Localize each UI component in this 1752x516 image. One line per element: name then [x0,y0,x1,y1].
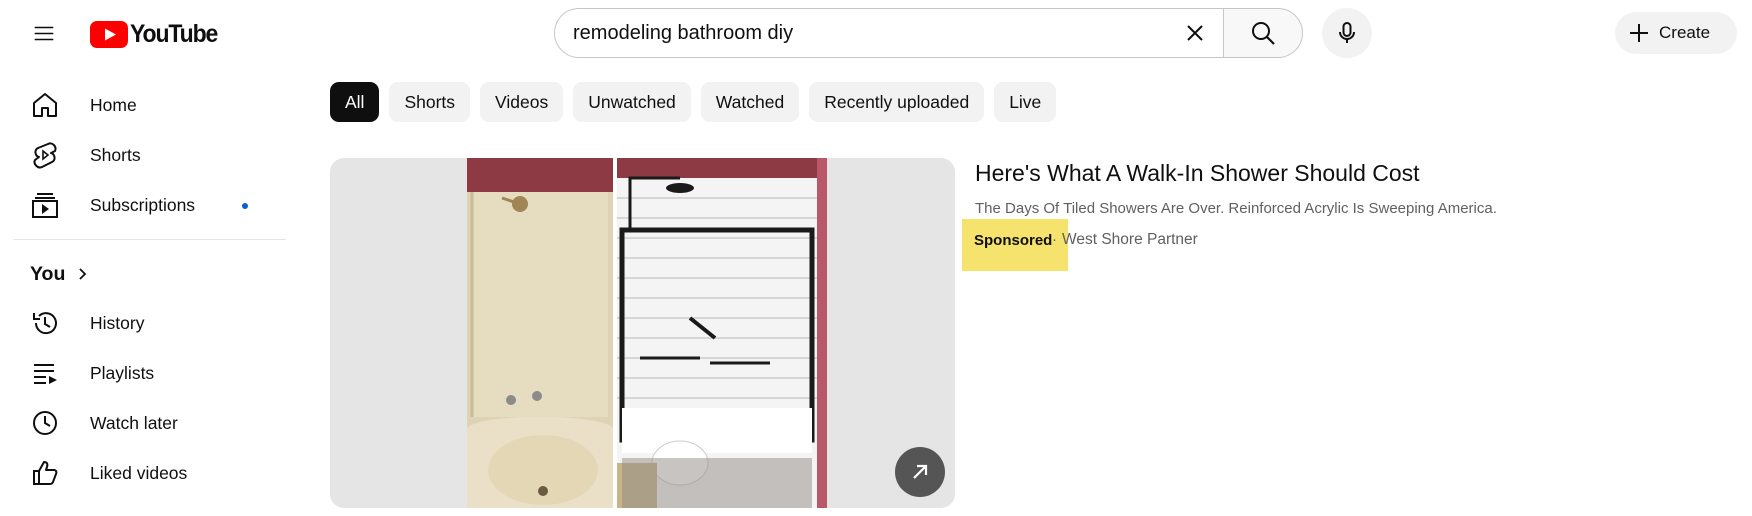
history-icon [30,308,60,338]
arrow-up-right-icon [913,464,928,479]
sidebar-item-label: Liked videos [90,462,188,483]
chip-unwatched[interactable]: Unwatched [573,82,691,122]
clear-icon [1187,25,1203,41]
chip-recently-uploaded[interactable]: Recently uploaded [809,82,985,122]
ad-description: The Days Of Tiled Showers Are Over. Rein… [975,200,1497,217]
sidebar-item-home[interactable]: Home [14,80,286,130]
voice-search-button[interactable] [1322,8,1372,58]
youtube-logo[interactable]: YouTube [90,18,225,50]
filter-chips: All Shorts Videos Unwatched Watched Rece… [330,82,1057,122]
shower-before-after-image [467,158,827,508]
sidebar-item-label: Shorts [90,144,141,165]
search-button[interactable] [1223,8,1303,58]
sidebar-item-label: Watch later [90,412,178,433]
mic-icon [1339,22,1355,43]
sidebar-item-label: History [90,312,145,333]
menu-icon [34,26,54,41]
chip-watched[interactable]: Watched [700,82,800,122]
youtube-logo-icon [90,20,128,48]
clear-search-button[interactable] [1173,11,1217,55]
sidebar-item-liked-videos[interactable]: Liked videos [14,448,286,498]
sidebar-you-section[interactable]: You [14,250,286,298]
chip-shorts[interactable]: Shorts [389,82,471,122]
chevron-right-icon [79,268,87,280]
sidebar-item-label: Playlists [90,362,155,383]
create-label: Create [1659,23,1711,42]
masthead: YouTube remodeling bathroom diy Create [0,0,1752,64]
playlists-icon [30,358,60,388]
chip-all[interactable]: All [330,82,380,122]
search-query[interactable]: remodeling bathroom diy [573,22,1173,45]
home-icon [30,90,60,120]
clock-icon [30,408,60,438]
chip-live[interactable]: Live [994,82,1057,122]
thumbs-up-icon [30,458,60,488]
ad-info: Here's What A Walk-In Shower Should Cost… [975,158,1715,217]
chip-videos[interactable]: Videos [480,82,564,122]
sidebar-item-label: Subscriptions [90,194,196,215]
sidebar-item-history[interactable]: History [14,298,286,348]
new-content-dot [242,203,248,209]
logo-text: YouTube [130,19,218,48]
plus-icon [1630,24,1648,42]
ad-thumbnail[interactable] [330,158,955,508]
sidebar-item-subscriptions[interactable]: Subscriptions [14,180,286,230]
search-icon [1252,22,1275,45]
ad-title[interactable]: Here's What A Walk-In Shower Should Cost [975,158,1715,188]
open-link-button[interactable] [895,447,945,497]
sponsored-badge: Sponsored [974,232,1053,249]
sidebar-item-shorts[interactable]: Shorts [14,130,286,180]
sidebar: Home Shorts Subscriptions You History Pl… [14,80,286,498]
shorts-icon [30,140,60,170]
subscriptions-icon [30,190,60,220]
sidebar-item-watch-later[interactable]: Watch later [14,398,286,448]
sidebar-item-playlists[interactable]: Playlists [14,348,286,398]
you-label: You [30,262,66,285]
advertiser-name[interactable]: West Shore Partner [1062,231,1198,249]
menu-button[interactable] [24,14,64,54]
search-input[interactable]: remodeling bathroom diy [554,8,1224,58]
meta-separator: · [1052,231,1057,248]
create-button[interactable]: Create [1615,12,1737,54]
sidebar-item-label: Home [90,94,137,115]
sidebar-divider [14,239,286,240]
